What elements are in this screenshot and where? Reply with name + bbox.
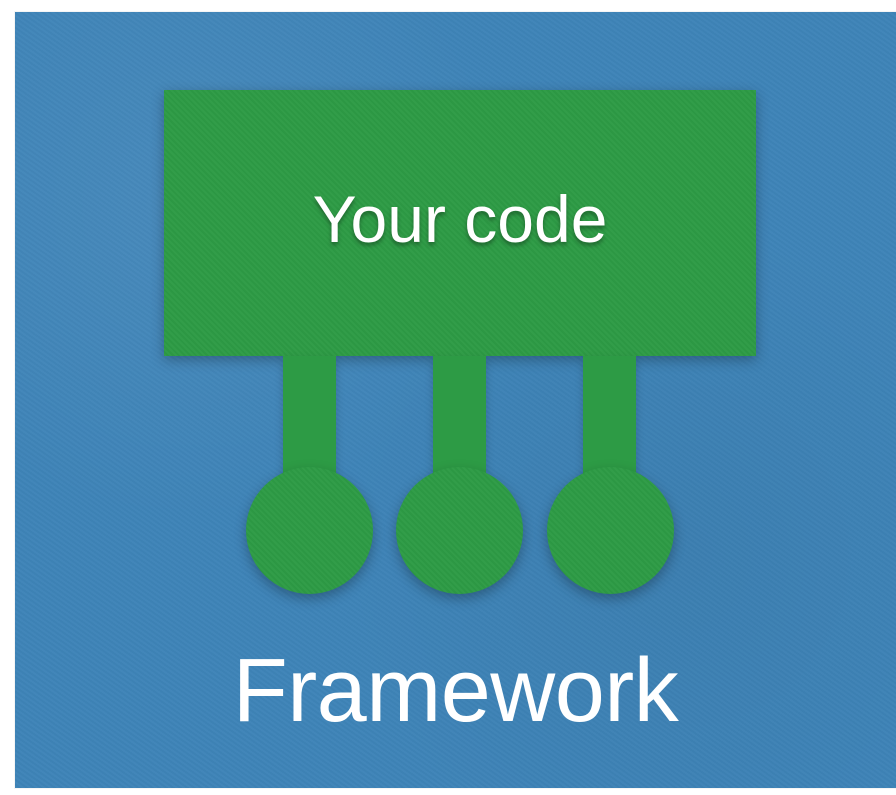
connector-stem-2 — [433, 356, 486, 478]
slide-stage: Your code Framework — [0, 0, 896, 795]
connector-node-3 — [547, 467, 674, 594]
your-code-label: Your code — [312, 182, 608, 256]
framework-container: Your code Framework — [15, 12, 896, 788]
connector-node-2 — [396, 467, 523, 594]
connector-node-1 — [246, 467, 373, 594]
framework-label: Framework — [232, 641, 679, 741]
connector-stem-1 — [283, 356, 336, 478]
connector-stem-3 — [583, 356, 636, 478]
your-code-box: Your code — [164, 90, 756, 356]
